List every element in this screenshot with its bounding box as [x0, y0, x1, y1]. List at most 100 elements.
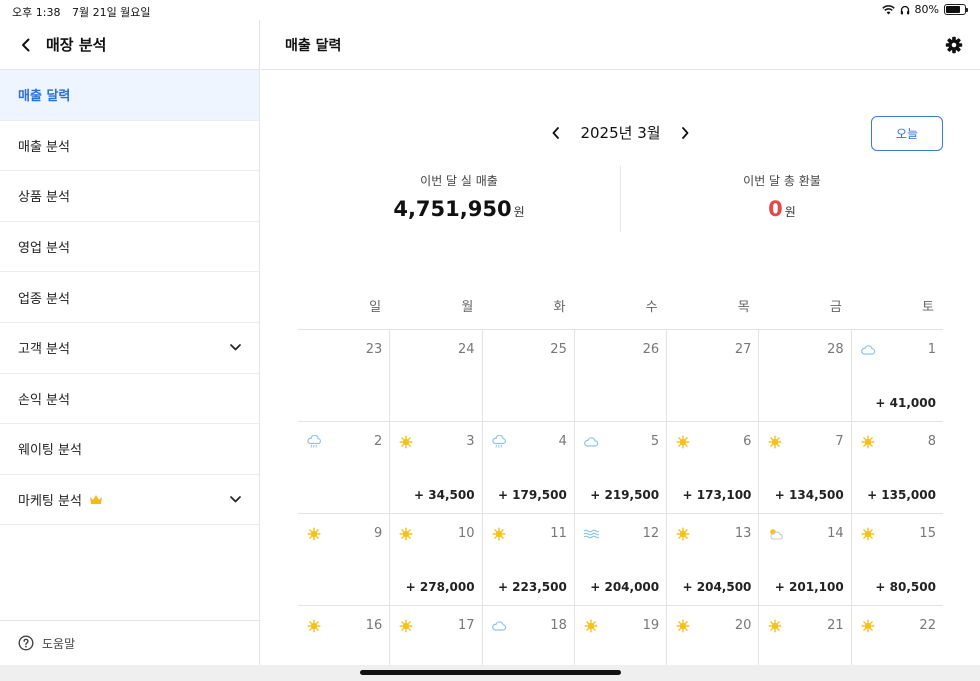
weekday-label: 월 — [461, 300, 474, 315]
day-number: 6 — [743, 434, 752, 449]
calendar-day[interactable]: 8 + 135,000 — [852, 422, 943, 513]
calendar-day[interactable]: 15 + 80,500 — [852, 514, 943, 605]
day-number: 27 — [734, 342, 752, 357]
calendar-day[interactable]: 4 + 179,500 — [483, 422, 575, 513]
chevron-down-icon — [230, 496, 241, 503]
day-number: 12 — [642, 526, 660, 541]
weekday-label: 목 — [737, 300, 750, 315]
partly-cloudy-icon — [770, 529, 784, 540]
day-number: 5 — [650, 434, 660, 449]
home-indicator[interactable] — [360, 670, 621, 675]
day-number: 22 — [919, 618, 936, 633]
weekday-label: 화 — [553, 300, 566, 315]
calendar-day[interactable]: 26 — [575, 330, 668, 421]
sun-icon — [584, 619, 598, 633]
sun-icon — [861, 619, 875, 633]
cloud-icon — [583, 437, 598, 447]
calendar-day[interactable]: 6 + 173,100 — [667, 422, 760, 513]
sidebar-item[interactable]: 마케팅 분석 — [0, 475, 259, 526]
calendar-day[interactable]: 23 — [298, 330, 391, 421]
calendar-day[interactable]: 3 + 34,500 — [390, 422, 483, 513]
sun-icon — [307, 619, 321, 633]
sidebar-item[interactable]: 영업 분석 — [0, 222, 259, 273]
day-sales-amount: + 41,000 — [875, 396, 936, 410]
calendar-day[interactable]: 25 — [483, 330, 575, 421]
calendar-day[interactable]: 11 + 223,500 — [483, 514, 575, 605]
sales-value: 4,751,950 — [393, 197, 512, 221]
day-sales-amount: + 134,500 — [774, 488, 844, 502]
sidebar-item[interactable]: 손익 분석 — [0, 374, 259, 425]
status-time: 오후 1:38 — [12, 6, 61, 19]
rain-icon — [307, 435, 321, 448]
day-sales-amount: + 179,500 — [497, 488, 567, 502]
calendar-day[interactable]: 12 + 204,000 — [575, 514, 668, 605]
calendar-day[interactable]: 5 + 219,500 — [575, 422, 668, 513]
day-number: 28 — [827, 342, 844, 357]
refund-summary: 이번 달 총 환불 0원 — [620, 166, 943, 232]
day-number: 11 — [550, 526, 567, 541]
sidebar-item[interactable]: 매출 분석 — [0, 121, 259, 172]
day-number: 4 — [558, 434, 567, 449]
monthly-summary: 이번 달 실 매출 4,751,950 원 이번 달 총 환불 0원 — [298, 166, 943, 232]
calendar-day[interactable]: 14 + 201,100 — [759, 514, 852, 605]
sidebar-item-label: 손익 분석 — [18, 392, 70, 408]
sidebar: 매장 분석 매출 달력 매출 분석 상품 분석 영업 분석 업종 분석 고객 분석 손익 분… — [0, 20, 260, 665]
day-number: 20 — [734, 618, 752, 633]
calendar-day[interactable]: 13 + 204,500 — [667, 514, 760, 605]
sidebar-item-label: 고객 분석 — [18, 342, 70, 358]
day-number: 26 — [642, 342, 660, 357]
chevron-right-icon — [681, 126, 688, 139]
sun-icon — [399, 435, 413, 449]
calendar-day[interactable]: 2 — [298, 422, 391, 513]
weekday-header: 일월화수목금토 — [298, 296, 943, 315]
next-month-button[interactable] — [677, 125, 693, 141]
weekday-label: 일 — [369, 300, 382, 315]
today-button[interactable]: 오늘 — [871, 116, 943, 151]
day-number: 21 — [827, 618, 844, 633]
calendar-day[interactable]: 27 — [667, 330, 760, 421]
sidebar-menu: 매출 달력 매출 분석상품 분석영업 분석 업종 분석고객 분석손익 분석웨이팅 분… — [0, 70, 259, 526]
main-panel: 매출 달력 2025년 3월 오늘 이번 달 실 매출 4,751,950 원 … — [261, 20, 980, 681]
battery-fill — [946, 6, 961, 13]
gear-icon[interactable] — [944, 35, 964, 55]
back-button[interactable] — [16, 35, 36, 55]
help-link[interactable]: 도움말 — [0, 620, 259, 665]
fog-icon — [583, 529, 599, 539]
calendar-day[interactable]: 1 + 41,000 — [852, 330, 943, 421]
help-label: 도움말 — [42, 636, 76, 651]
refund-value: 0 — [768, 197, 783, 221]
day-number: 23 — [365, 342, 383, 357]
sidebar-item[interactable]: 매출 달력 — [0, 70, 259, 121]
day-number: 18 — [550, 618, 567, 633]
status-date: 7월 21일 월요일 — [71, 6, 151, 19]
calendar-week: 2 3 + 34,500 4 + 179,500 5 + 219,500 6 + 173,100… — [298, 422, 943, 514]
main-header: 매출 달력 — [261, 20, 980, 70]
sidebar-item[interactable]: 업종 분석 — [0, 272, 259, 323]
calendar-day[interactable]: 10 + 278,000 — [390, 514, 483, 605]
calendar-week: 23 24 25 26 27 28 1 + 41,000 — [298, 330, 943, 422]
sun-icon — [861, 527, 875, 541]
calendar-day[interactable]: 28 — [759, 330, 852, 421]
sidebar-item[interactable]: 웨이팅 분석 — [0, 424, 259, 475]
sidebar-item-label: 상품 분석 — [18, 190, 70, 206]
help-icon — [18, 635, 34, 651]
calendar-day[interactable]: 24 — [390, 330, 483, 421]
day-sales-amount: + 80,500 — [875, 580, 936, 594]
day-number: 2 — [374, 434, 383, 449]
calendar-day[interactable]: 7 + 134,500 — [759, 422, 852, 513]
chevron-left-icon — [22, 38, 30, 51]
sun-icon — [676, 435, 690, 449]
sun-icon — [399, 619, 413, 633]
month-label: 2025년 3월 — [580, 124, 661, 142]
prev-month-button[interactable] — [548, 125, 564, 141]
calendar-day[interactable]: 9 — [298, 514, 391, 605]
page-title: 매출 달력 — [285, 37, 342, 54]
day-number: 16 — [365, 618, 383, 633]
headphones-icon — [900, 5, 909, 14]
day-sales-amount: + 135,000 — [867, 488, 936, 502]
sun-icon — [676, 619, 690, 633]
sidebar-item[interactable]: 상품 분석 — [0, 171, 259, 222]
sidebar-item[interactable]: 고객 분석 — [0, 323, 259, 374]
day-number: 24 — [458, 342, 475, 357]
rain-icon — [491, 435, 506, 448]
